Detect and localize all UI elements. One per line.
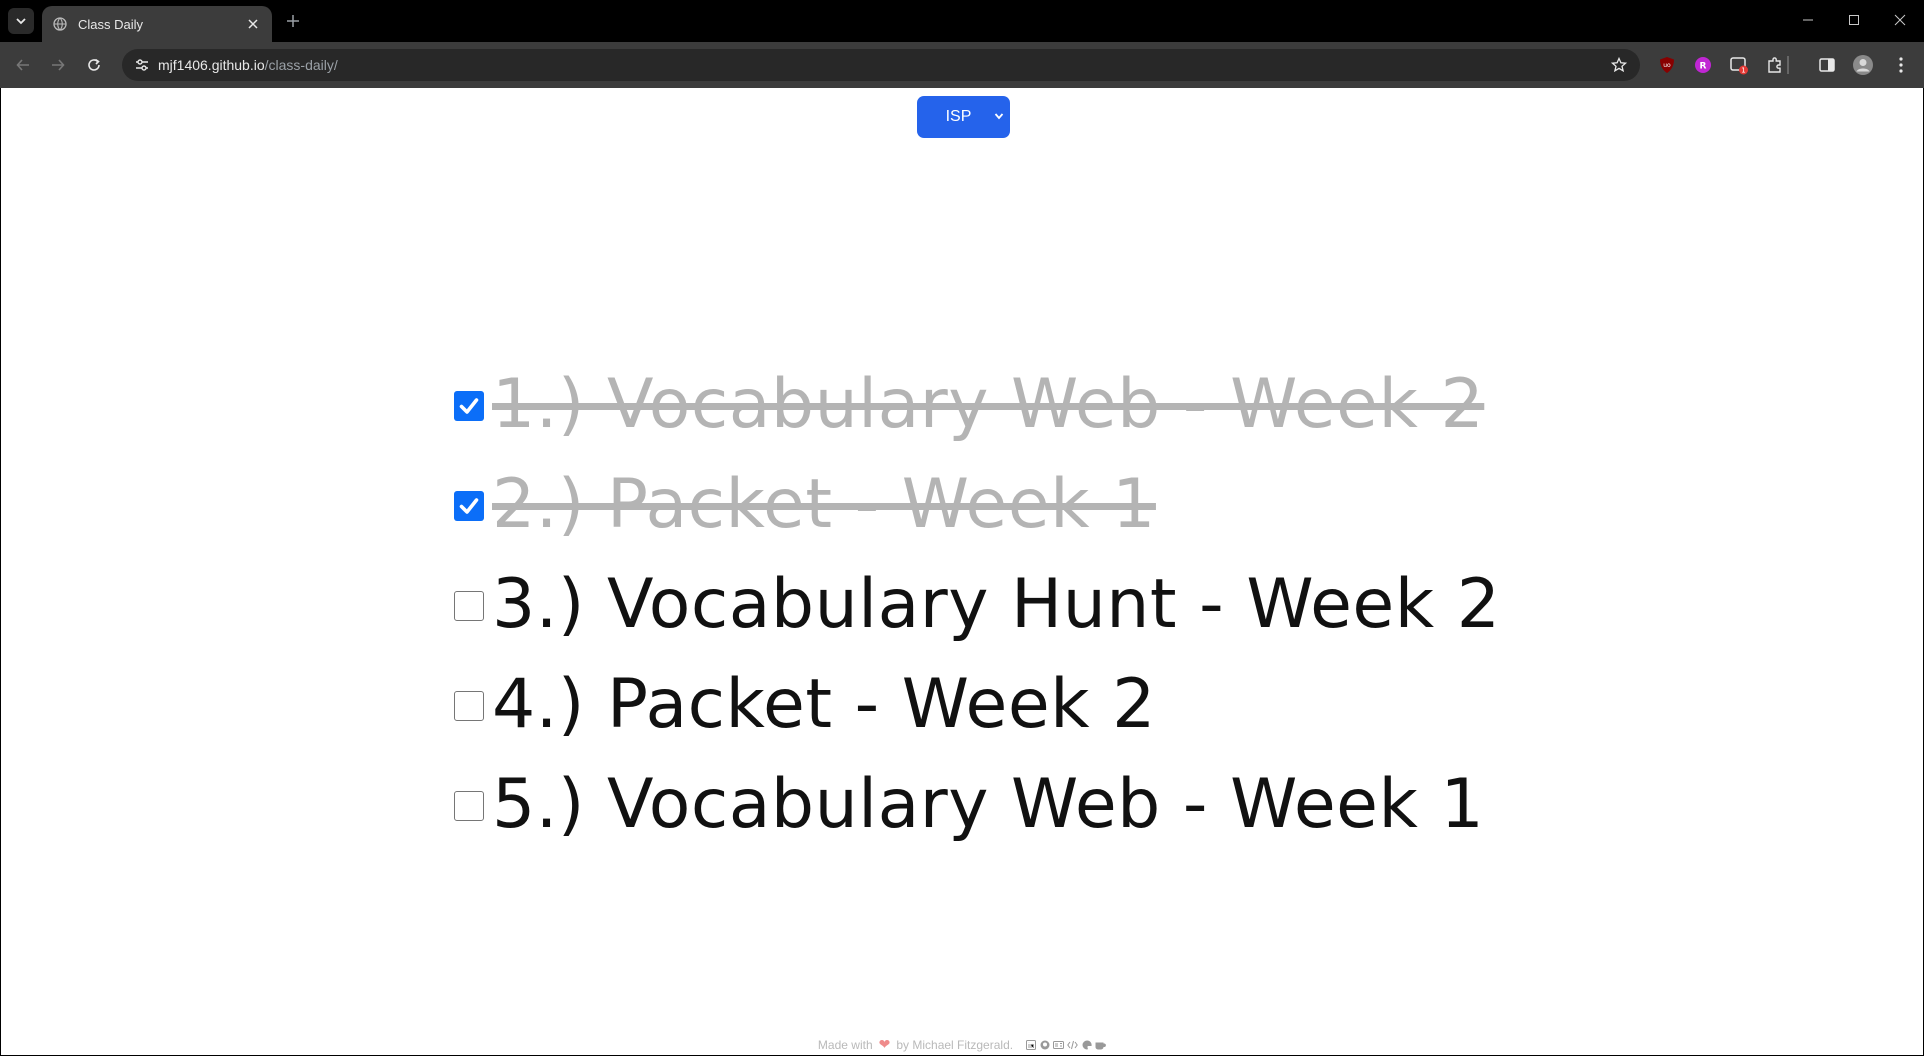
coffee-icon[interactable] [1095,1039,1107,1050]
star-icon [1611,57,1627,73]
chevron-down-icon [994,113,1004,120]
check-icon [459,398,479,414]
address-bar[interactable]: mjf1406.github.io/class-daily/ [122,49,1640,81]
check-icon [459,498,479,514]
extension-logo-icon: R [1695,57,1711,73]
task-label: 5.) Vocabulary Web - Week 1 [492,765,1485,844]
task-item: 2.) Packet - Week 1 [454,455,1501,555]
arrow-left-icon [16,59,29,71]
task-checkbox[interactable] [454,591,484,621]
arrow-right-icon [52,59,65,71]
forward-button[interactable] [45,52,71,78]
task-item: 5.) Vocabulary Web - Week 1 [454,755,1501,855]
palette-icon[interactable] [1081,1039,1092,1050]
close-icon [248,19,258,29]
avatar [1853,55,1873,75]
side-panel-button[interactable] [1815,53,1839,77]
linkedin-icon[interactable] [1025,1039,1036,1050]
subject-select[interactable]: ISP [917,96,1010,138]
footer-author[interactable]: by Michael Fitzgerald. [896,1038,1013,1052]
tab-title: Class Daily [78,16,144,32]
task-item: 1.) Vocabulary Web - Week 2 [454,355,1501,455]
maximize-button[interactable] [1840,8,1868,32]
more-vert-icon [1899,57,1903,73]
heart-icon: ❤ [878,1036,891,1052]
task-label: 3.) Vocabulary Hunt - Week 2 [492,565,1501,644]
globe-icon [52,16,68,32]
code-icon[interactable] [1067,1039,1078,1050]
back-button[interactable] [10,52,36,78]
footer-links [1025,1039,1107,1050]
reload-icon [88,58,100,71]
extensions-button[interactable] [1763,53,1787,77]
extension-badge: 1 [1741,67,1745,75]
task-list: 1.) Vocabulary Web - Week 2 2.) Packet -… [454,355,1501,855]
svg-text:R: R [1700,62,1707,72]
footer: Made with ❤ by Michael Fitzgerald. [1,1036,1923,1053]
subject-select-value: ISP [945,108,972,125]
url-path: /class-daily/ [264,57,338,73]
footer-made-with: Made with [817,1037,873,1052]
task-checkbox-checked[interactable] [454,491,484,521]
minimize-icon [1803,19,1813,21]
task-checkbox-checked[interactable] [454,391,484,421]
site-info-button[interactable] [130,53,154,77]
plus-icon [287,15,299,27]
side-panel-icon [1819,58,1835,72]
window-icon: 1 [1730,57,1748,75]
new-tab-button[interactable] [282,10,304,32]
browser-toolbar: mjf1406.github.io/class-daily/ uo R 1 [0,42,1924,88]
toolbar-divider [1787,56,1789,74]
shield-icon: uo [1660,57,1674,73]
profile-button[interactable] [1851,53,1875,77]
active-tab[interactable]: Class Daily [42,6,272,42]
browser-menu-button[interactable] [1889,53,1913,77]
tab-counter-extension-button[interactable]: 1 [1727,53,1751,77]
task-checkbox[interactable] [454,691,484,721]
window-close-button[interactable] [1886,8,1914,32]
github-icon[interactable] [1039,1039,1050,1050]
url-host: mjf1406.github.io [158,57,265,73]
purple-extension-button[interactable]: R [1691,53,1715,77]
reload-button[interactable] [81,52,107,78]
url-text: mjf1406.github.io/class-daily/ [158,57,338,73]
task-item: 4.) Packet - Week 2 [454,655,1501,755]
task-label: 1.) Vocabulary Web - Week 2 [492,365,1485,444]
close-tab-button[interactable] [242,13,264,35]
svg-text:uo: uo [1663,62,1671,69]
tab-search-button[interactable] [8,8,34,34]
minimize-button[interactable] [1794,8,1822,32]
task-checkbox[interactable] [454,791,484,821]
tab-strip: Class Daily [0,0,1924,42]
task-label: 4.) Packet - Week 2 [492,665,1156,744]
task-item: 3.) Vocabulary Hunt - Week 2 [454,555,1501,655]
ublock-extension-button[interactable]: uo [1655,53,1679,77]
task-label: 2.) Packet - Week 1 [492,465,1156,544]
tune-icon [136,59,148,71]
puzzle-icon [1768,57,1781,73]
page-viewport: ISP 1.) Vocabulary Web - Week 2 2.) Pack… [1,88,1923,1055]
chevron-down-icon [16,18,26,25]
close-icon [1894,14,1906,26]
id-card-icon[interactable] [1053,1039,1065,1050]
bookmark-button[interactable] [1608,54,1630,76]
maximize-icon [1849,15,1859,25]
